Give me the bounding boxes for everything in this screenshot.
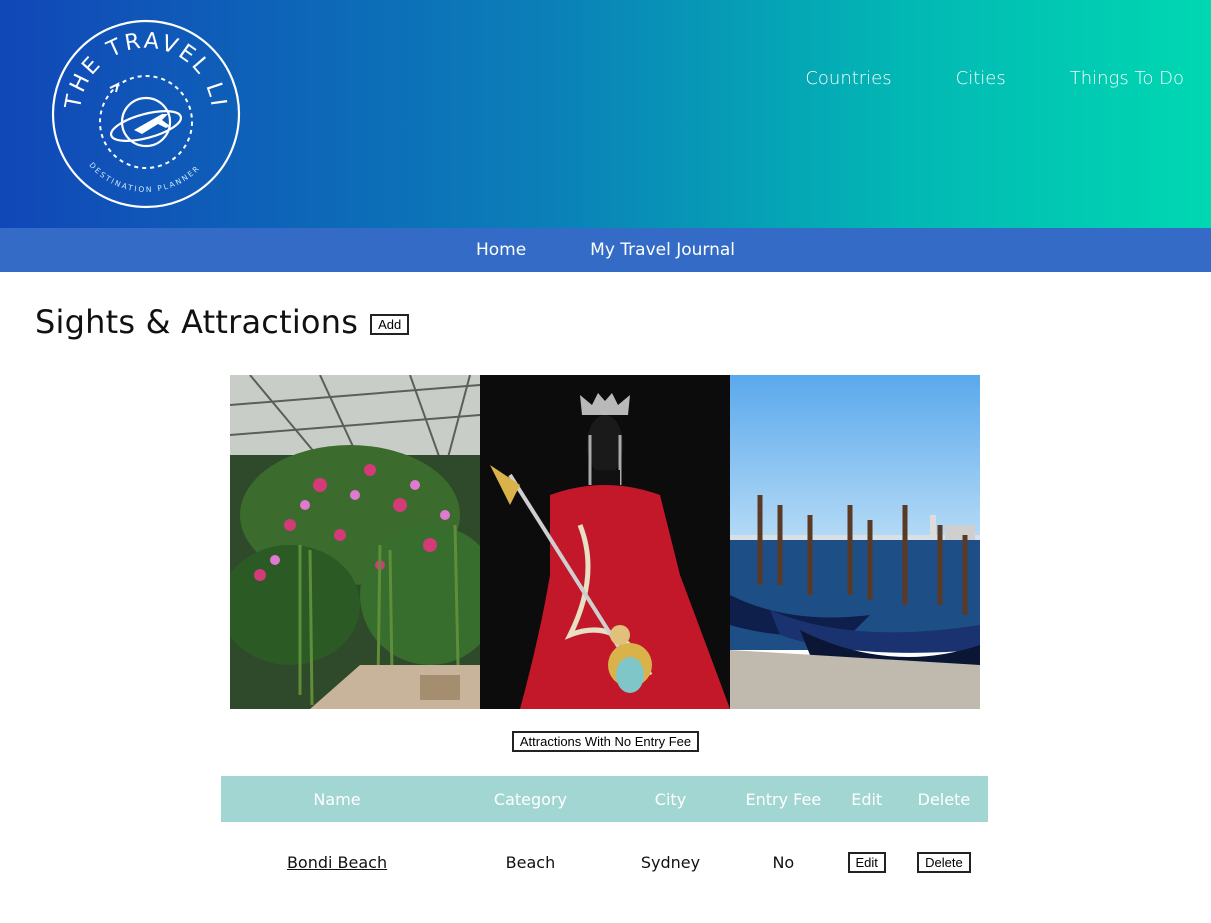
filter-wrap: Attractions With No Entry Fee: [0, 731, 1211, 752]
table-header-row: Name Category City Entry Fee Edit Delete: [221, 776, 988, 822]
nav-things-to-do[interactable]: Things To Do: [1070, 68, 1184, 89]
col-header-category: Category: [493, 789, 567, 809]
edit-button[interactable]: Edit: [847, 851, 886, 873]
nav-countries[interactable]: Countries: [805, 68, 891, 89]
col-header-name: Name: [313, 789, 361, 809]
attraction-name-link[interactable]: Bondi Beach: [287, 853, 387, 872]
attractions-table-wrap: Name Category City Entry Fee Edit Delete…: [221, 776, 988, 902]
col-header-delete: Delete: [917, 789, 971, 809]
page-title: Sights & Attractions: [35, 303, 359, 341]
attraction-entry-fee: No: [772, 852, 795, 872]
travel-list-logo[interactable]: THE TRAVEL LIST DESTINATION PLANNER: [50, 18, 242, 210]
attractions-table: Name Category City Entry Fee Edit Delete…: [221, 776, 988, 902]
svg-text:DESTINATION PLANNER: DESTINATION PLANNER: [87, 160, 202, 194]
col-header-city: City: [654, 789, 687, 809]
add-button[interactable]: Add: [370, 313, 410, 335]
col-header-edit: Edit: [851, 789, 883, 809]
attraction-gallery: [230, 375, 980, 709]
venice-gondolas-photo: [730, 375, 980, 709]
gown-exhibit-photo: [480, 375, 730, 709]
sub-nav: Home My Travel Journal: [0, 228, 1211, 272]
attraction-category: Beach: [505, 852, 556, 872]
attraction-city: Sydney: [640, 852, 701, 872]
page-title-row: Sights & Attractions Add: [35, 303, 410, 341]
top-nav: Countries Cities Things To Do: [741, 68, 1184, 89]
nav-home[interactable]: Home: [476, 240, 526, 260]
delete-button[interactable]: Delete: [917, 851, 971, 873]
site-header: THE TRAVEL LIST DESTINATION PLANNER Coun…: [0, 0, 1211, 228]
nav-my-travel-journal[interactable]: My Travel Journal: [590, 240, 735, 260]
table-row: Bondi Beach Beach Sydney No Edit Delete: [221, 822, 988, 902]
nav-cities[interactable]: Cities: [956, 68, 1006, 89]
col-header-entry-fee: Entry Fee: [745, 789, 822, 809]
no-entry-fee-filter-button[interactable]: Attractions With No Entry Fee: [511, 731, 700, 752]
greenhouse-photo: [230, 375, 480, 709]
